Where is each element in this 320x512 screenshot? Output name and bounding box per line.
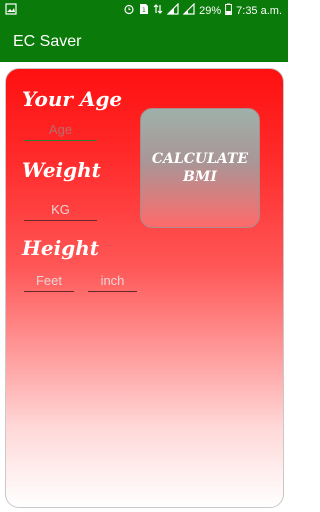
battery-percent: 29% <box>199 4 222 17</box>
battery-icon <box>225 3 233 18</box>
weight-label: Weight <box>22 158 101 182</box>
sim-icon: 1 <box>139 3 149 18</box>
inch-input[interactable]: inch <box>88 273 137 292</box>
clock: 7:35 a.m. <box>236 4 282 17</box>
image-icon <box>5 3 17 18</box>
alarm-icon <box>123 3 135 18</box>
signal-icon <box>166 2 179 18</box>
feet-input[interactable]: Feet <box>24 273 74 292</box>
weight-input[interactable]: KG <box>24 202 97 221</box>
height-label: Height <box>22 236 99 260</box>
calculate-bmi-button[interactable]: CALCULATE BMI <box>140 108 260 228</box>
age-input[interactable]: Age <box>24 122 97 141</box>
signal-icon-2 <box>182 2 195 18</box>
status-bar: 1 29% 7:35 a.m. <box>0 0 288 22</box>
app-bar: EC Saver <box>0 22 288 62</box>
age-label: Your Age <box>22 87 123 111</box>
svg-text:1: 1 <box>142 7 146 14</box>
data-icon <box>153 3 163 18</box>
app-title: EC Saver <box>13 33 82 50</box>
calculate-bmi-label: CALCULATE BMI <box>151 151 249 185</box>
